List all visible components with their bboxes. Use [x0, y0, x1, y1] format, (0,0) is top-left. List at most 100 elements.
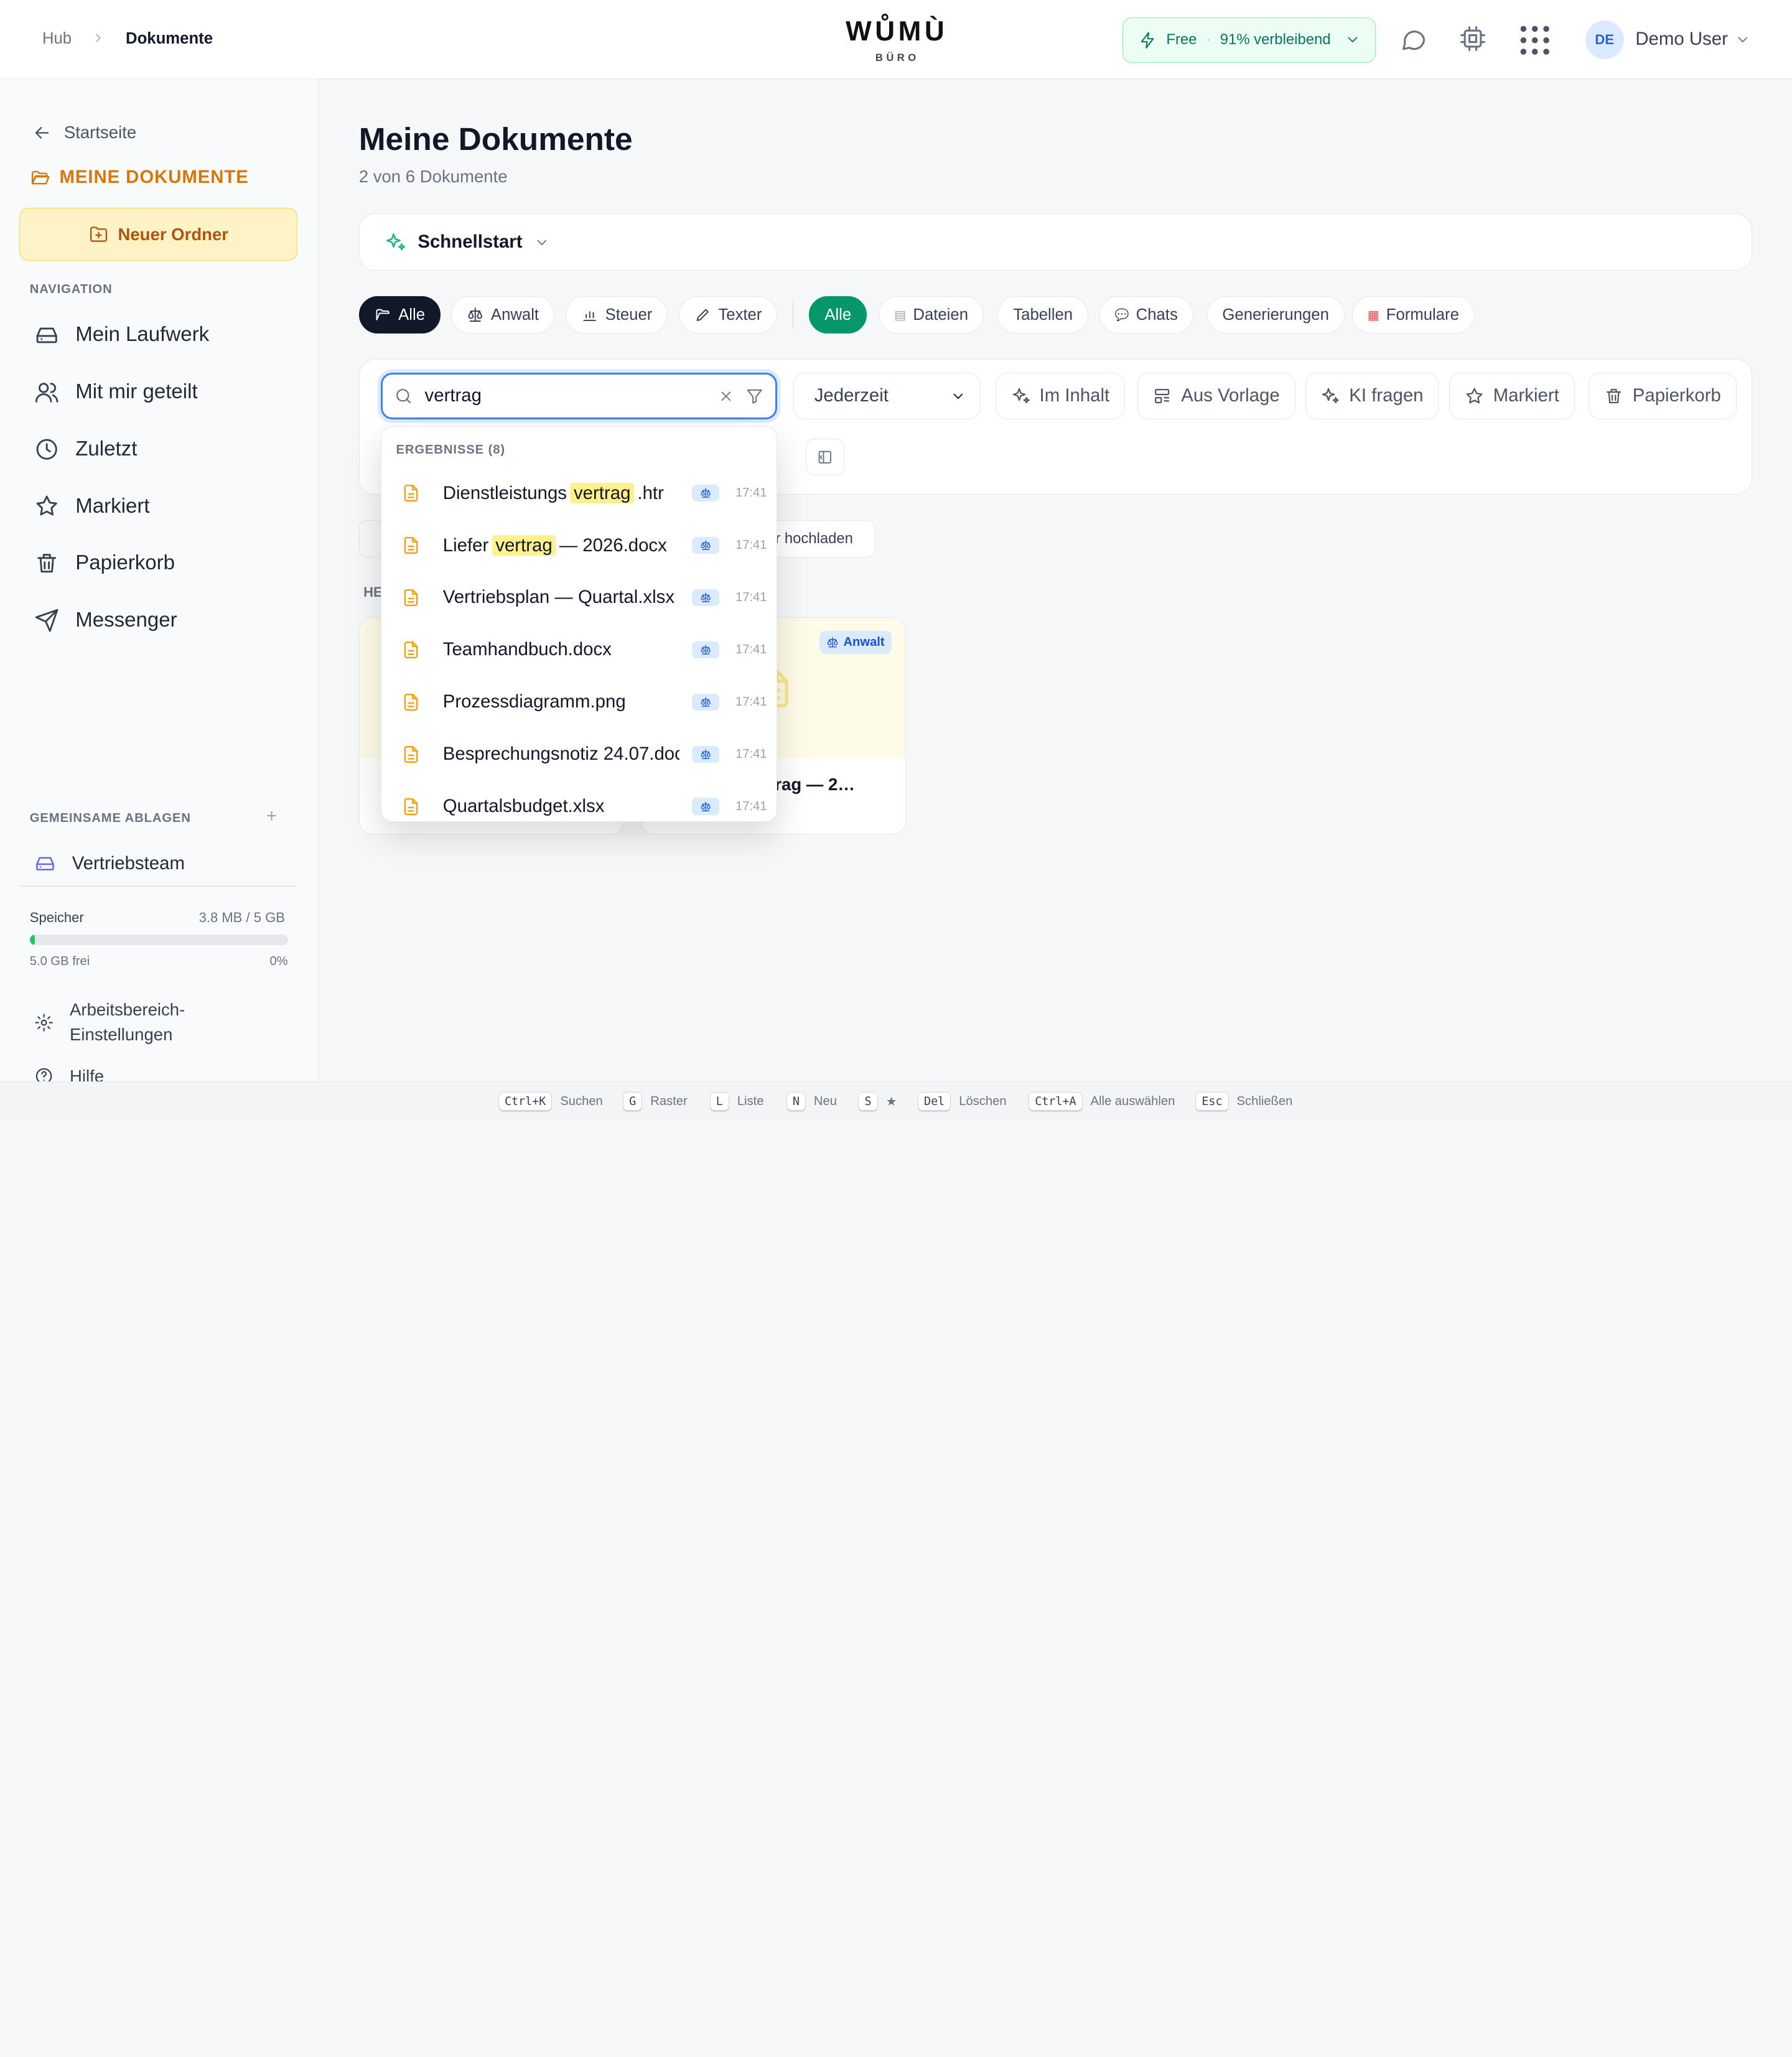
result-name-part: Vertriebsplan — Quartal.xlsx: [442, 587, 675, 608]
chevron-down-icon: [953, 393, 963, 399]
app-logo[interactable]: WŮMÙ: [846, 16, 948, 47]
add-shared-drive-button[interactable]: +: [266, 806, 277, 827]
sidebar-panel-icon: [818, 450, 832, 464]
filter-button-label: KI fragen: [1349, 385, 1424, 406]
result-name-part: .htr: [637, 482, 664, 503]
search-input[interactable]: vertrag: [380, 372, 777, 420]
scale-icon: [692, 693, 720, 711]
section-heading: HE: [363, 584, 383, 600]
folder-open-icon: [31, 170, 50, 184]
users-icon: [35, 383, 58, 403]
time-filter-select[interactable]: Jederzeit: [793, 372, 981, 420]
clock-icon: [36, 439, 57, 460]
search-result-item[interactable]: Teamhandbuch.docx 17:41: [381, 623, 777, 676]
storage-label: Speicher: [29, 909, 84, 925]
result-name-part: Liefer: [442, 534, 489, 556]
new-folder-button[interactable]: Neuer Ordner: [19, 208, 297, 261]
sidebar-item-messenger[interactable]: Messenger: [34, 608, 177, 633]
plan-name: Free: [1166, 31, 1197, 49]
result-name-part: Dienstleistungs: [442, 482, 567, 503]
star-icon: [1466, 388, 1483, 404]
chip-label: Anwalt: [490, 306, 539, 324]
chip-category-texter[interactable]: Texter: [678, 296, 778, 334]
storage-used: 3.8 MB / 5 GB: [198, 909, 285, 925]
sidebar-item-mit-mir-geteilt[interactable]: Mit mir geteilt: [34, 380, 198, 404]
shortcut-label: Schließen: [1236, 1094, 1293, 1108]
clipboard-icon: ▦: [1367, 308, 1379, 322]
filter-ki-fragen-button[interactable]: KI fragen: [1305, 372, 1439, 420]
category-badge: Anwalt: [819, 630, 892, 654]
workspace-settings-link[interactable]: Arbeitsbereich- Einstellungen: [34, 997, 185, 1047]
result-name: Teamhandbuch.docx: [443, 639, 679, 660]
toggle-panel-button[interactable]: [805, 439, 845, 476]
chip-type-formulare[interactable]: ▦ Formulare: [1351, 296, 1475, 334]
sidebar-item-papierkorb[interactable]: Papierkorb: [34, 551, 175, 576]
user-menu-chevron-icon[interactable]: [1735, 32, 1751, 48]
plan-badge[interactable]: Free · 91% verbleibend: [1122, 17, 1376, 63]
search-result-item[interactable]: Dienstleistungs vertrag .htr 17:41: [381, 467, 777, 519]
chip-type-chats[interactable]: 💬 Chats: [1099, 296, 1193, 334]
search-result-item[interactable]: Vertriebsplan — Quartal.xlsx 17:41: [381, 571, 777, 623]
sidebar-item-zuletzt[interactable]: Zuletzt: [34, 437, 137, 462]
quickstart-panel[interactable]: Schnellstart: [358, 213, 1752, 271]
chip-category-anwalt[interactable]: Anwalt: [451, 296, 554, 334]
sparkles-icon: [386, 233, 406, 251]
shortcut-label: Löschen: [959, 1094, 1007, 1108]
chip-label: Formulare: [1386, 306, 1459, 324]
quickstart-label: Schnellstart: [418, 231, 523, 253]
document-card-name: rag — 2…: [775, 775, 855, 795]
filter-im-inhalt-button[interactable]: Im Inhalt: [995, 372, 1126, 420]
search-result-item[interactable]: Liefer vertrag — 2026.docx 17:41: [381, 519, 777, 571]
search-result-item[interactable]: Prozessdiagramm.png 17:41: [381, 676, 777, 728]
chat-bubble-icon[interactable]: [1400, 26, 1427, 54]
result-name-part: — 2026.docx: [559, 534, 667, 556]
settings-label-line2: Einstellungen: [70, 1025, 173, 1045]
chip-category-alle[interactable]: Alle: [358, 296, 441, 334]
top-bar: Hub Dokumente WŮMÙ BÜRO Free · 91% verbl…: [0, 0, 1792, 79]
chip-type-generierungen[interactable]: Generierungen: [1206, 296, 1345, 334]
sidebar-item-label: Mein Laufwerk: [75, 323, 210, 347]
back-to-start-link[interactable]: Startseite: [32, 123, 136, 143]
shortcut-label: Alle auswählen: [1090, 1094, 1175, 1108]
filter-markiert-button[interactable]: Markiert: [1449, 372, 1575, 420]
filter-aus-vorlage-button[interactable]: Aus Vorlage: [1137, 372, 1295, 420]
scale-icon: [692, 641, 720, 659]
chip-category-steuer[interactable]: Steuer: [566, 296, 668, 334]
cpu-icon[interactable]: [1459, 25, 1486, 52]
sidebar-item-mein-laufwerk[interactable]: Mein Laufwerk: [34, 322, 209, 347]
search-result-item[interactable]: Quartalsbudget.xlsx 17:41: [381, 780, 777, 821]
sidebar-item-label: Zuletzt: [75, 437, 138, 460]
document-count: 2 von 6 Dokumente: [358, 167, 508, 187]
apps-grid-icon[interactable]: [1519, 24, 1551, 56]
breadcrumb-hub[interactable]: Hub: [42, 30, 72, 48]
chip-type-dateien[interactable]: ▤ Dateien: [879, 296, 984, 334]
chip-label: Alle: [824, 306, 852, 324]
shortcut-key: G: [623, 1092, 643, 1111]
clear-search-icon[interactable]: [718, 388, 734, 404]
section-title: MEINE DOKUMENTE: [30, 167, 249, 188]
document-icon: [401, 483, 421, 503]
send-icon: [35, 609, 58, 632]
filter-papierkorb-button[interactable]: Papierkorb: [1589, 372, 1737, 420]
shortcut-hint: N Neu: [786, 1092, 837, 1111]
filter-button-label: Papierkorb: [1632, 385, 1721, 406]
upload-button[interactable]: r hochladen: [768, 520, 875, 558]
document-icon: [401, 640, 421, 660]
document-icon: ▤: [894, 308, 907, 322]
shortcut-key: S: [858, 1092, 878, 1111]
search-result-item[interactable]: Besprechungsnotiz 24.07.doc 17:41: [381, 728, 777, 780]
sidebar-item-markiert[interactable]: Markiert: [34, 493, 150, 518]
shared-drives-heading: GEMEINSAME ABLAGEN: [29, 811, 191, 826]
chip-type-alle[interactable]: Alle: [809, 296, 867, 334]
shortcut-key: L: [709, 1092, 729, 1111]
chip-label: Tabellen: [1013, 306, 1073, 324]
shared-drive-vertriebsteam[interactable]: Vertriebsteam: [34, 852, 185, 874]
chip-type-tabellen[interactable]: Tabellen: [997, 296, 1088, 334]
gear-icon: [35, 1014, 53, 1032]
trash-icon: [1606, 388, 1621, 403]
user-avatar[interactable]: DE: [1585, 21, 1624, 60]
plan-separator: ·: [1206, 31, 1211, 49]
time-filter-value: Jederzeit: [814, 385, 889, 406]
user-name[interactable]: Demo User: [1635, 29, 1728, 50]
filter-icon[interactable]: [745, 387, 763, 405]
